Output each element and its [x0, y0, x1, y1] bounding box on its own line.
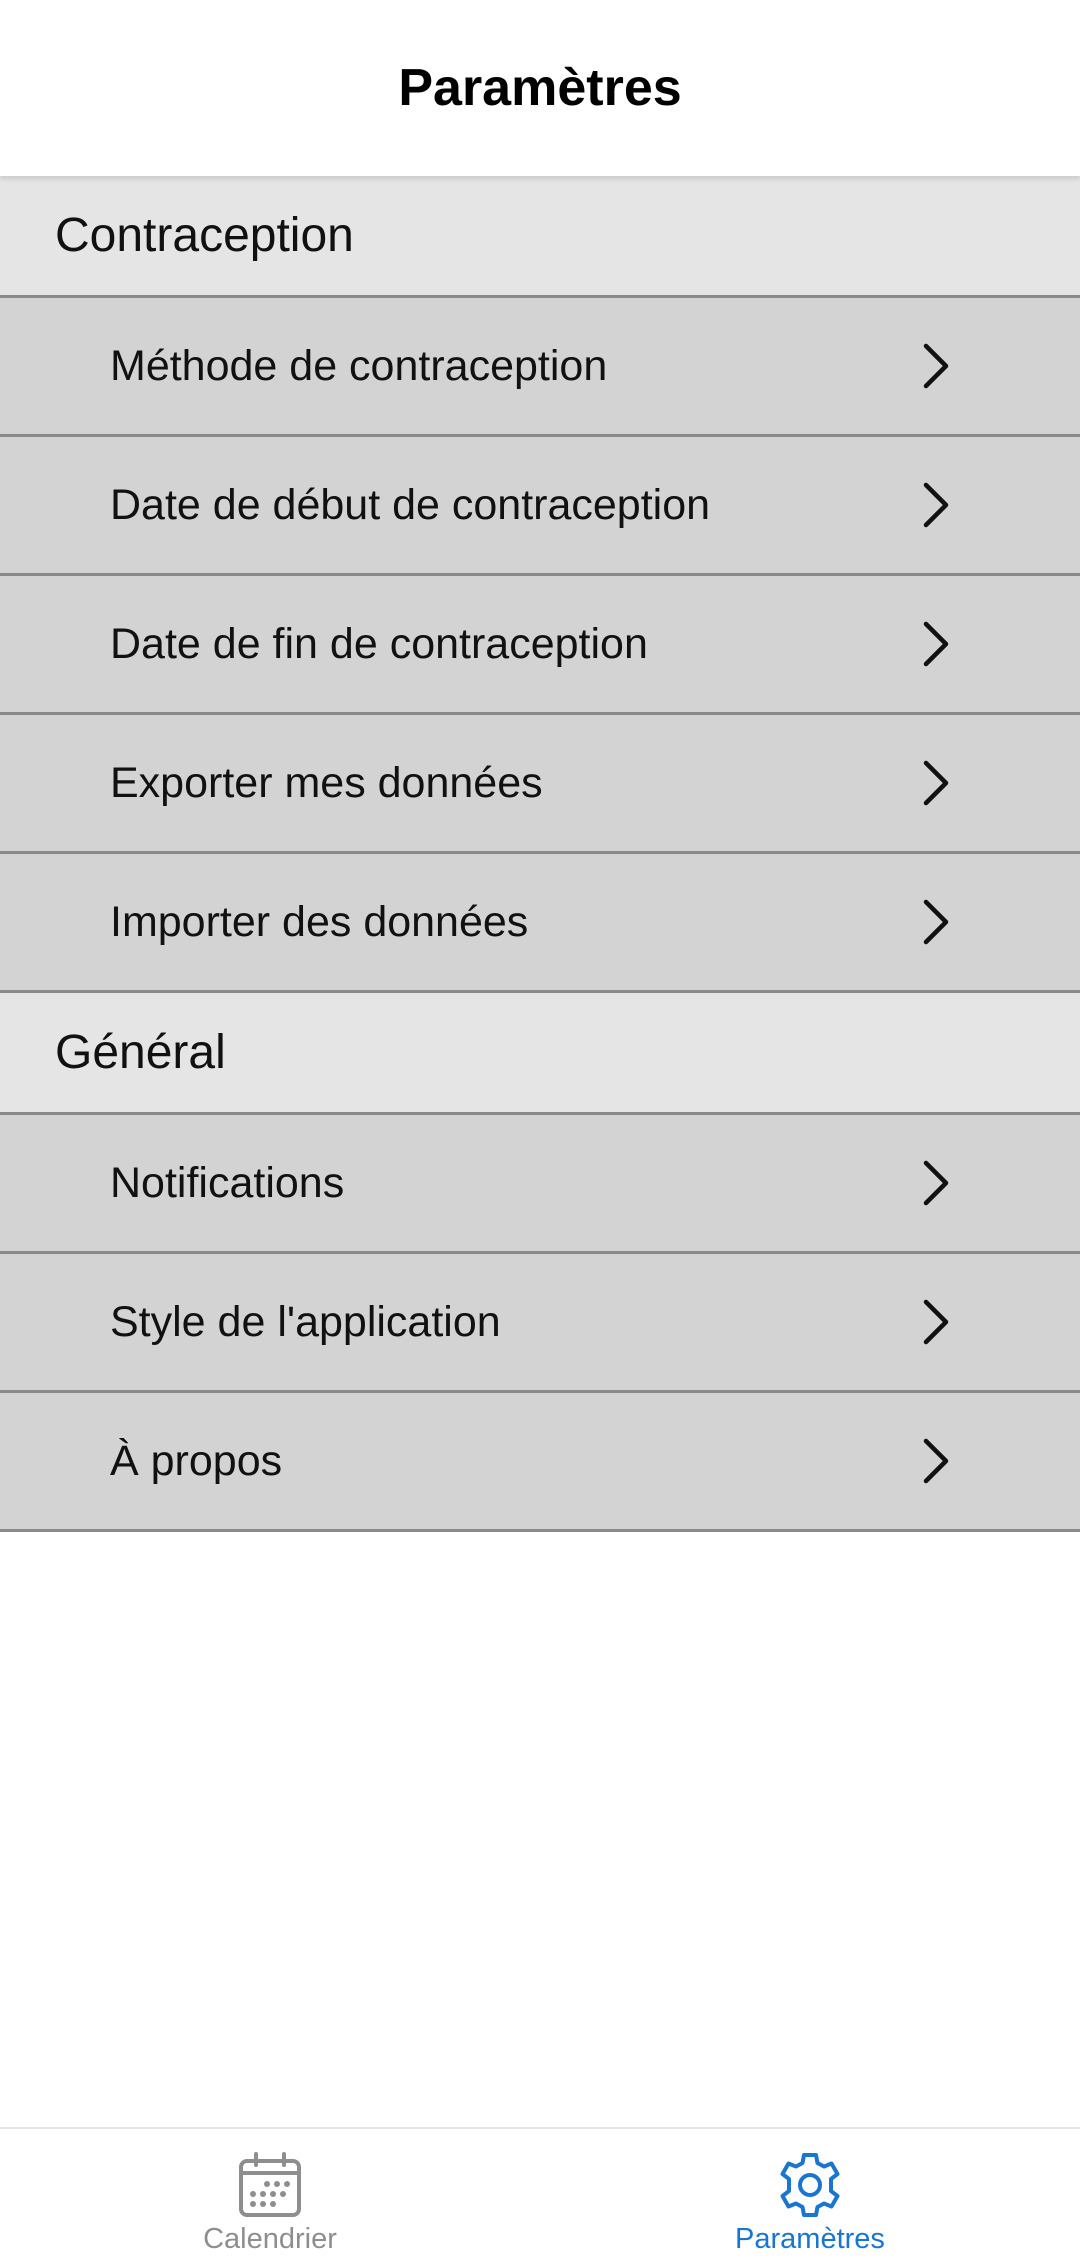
settings-item-label: Date de fin de contraception	[110, 620, 648, 668]
chevron-right-icon	[923, 621, 949, 667]
settings-item-label: Style de l'application	[110, 1298, 501, 1346]
page-title: Paramètres	[398, 59, 682, 117]
chevron-right-icon	[923, 760, 949, 806]
section-title: Contraception	[55, 209, 354, 262]
settings-item-label: Importer des données	[110, 898, 529, 946]
settings-item-export-data[interactable]: Exporter mes données	[0, 715, 1080, 854]
settings-item-app-style[interactable]: Style de l'application	[0, 1254, 1080, 1393]
bottom-tab-bar: Calendrier Paramètres	[0, 2127, 1080, 2261]
settings-item-about[interactable]: À propos	[0, 1393, 1080, 1532]
settings-item-contraception-method[interactable]: Méthode de contraception	[0, 298, 1080, 437]
tab-settings[interactable]: Paramètres	[540, 2129, 1080, 2261]
settings-item-label: Méthode de contraception	[110, 342, 608, 390]
tab-label: Paramètres	[735, 2223, 885, 2255]
chevron-right-icon	[923, 343, 949, 389]
settings-item-contraception-end-date[interactable]: Date de fin de contraception	[0, 576, 1080, 715]
settings-item-contraception-start-date[interactable]: Date de début de contraception	[0, 437, 1080, 576]
chevron-right-icon	[923, 1438, 949, 1484]
gear-icon	[780, 2153, 840, 2217]
app-header: Paramètres	[0, 0, 1080, 176]
section-header-contraception: Contraception	[0, 176, 1080, 298]
section-title: Général	[55, 1026, 226, 1079]
settings-item-label: Notifications	[110, 1159, 345, 1207]
chevron-right-icon	[923, 1160, 949, 1206]
section-header-general: Général	[0, 993, 1080, 1115]
settings-item-import-data[interactable]: Importer des données	[0, 854, 1080, 993]
settings-item-notifications[interactable]: Notifications	[0, 1115, 1080, 1254]
tab-calendar[interactable]: Calendrier	[0, 2129, 540, 2261]
settings-item-label: Exporter mes données	[110, 759, 543, 807]
tab-label: Calendrier	[203, 2223, 337, 2255]
chevron-right-icon	[923, 482, 949, 528]
settings-item-label: À propos	[110, 1437, 283, 1485]
settings-item-label: Date de début de contraception	[110, 481, 711, 529]
chevron-right-icon	[923, 1299, 949, 1345]
calendar-icon	[239, 2152, 301, 2217]
chevron-right-icon	[923, 899, 949, 945]
settings-list: Contraception Méthode de contraception D…	[0, 176, 1080, 1532]
